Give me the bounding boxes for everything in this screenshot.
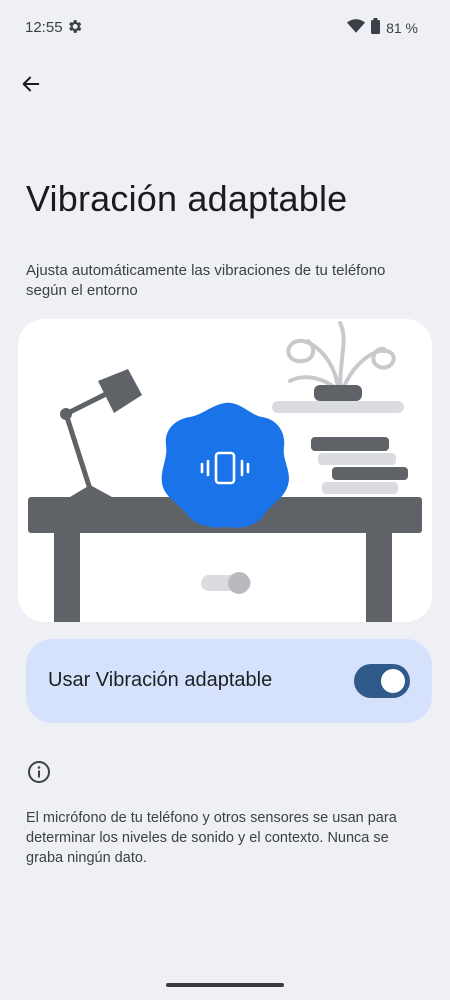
- toggle-label: Usar Vibración adaptable: [48, 669, 273, 691]
- desk-leg-left: [54, 533, 80, 622]
- page-title: Vibración adaptable: [26, 178, 348, 219]
- book: [318, 453, 396, 465]
- status-time: 12:55: [25, 19, 63, 36]
- adaptive-vibration-switch[interactable]: [354, 664, 410, 698]
- plant: [286, 321, 396, 391]
- gear-icon: [66, 18, 83, 40]
- plant-pot: [314, 385, 362, 401]
- adaptive-vibration-toggle-row[interactable]: Usar Vibración adaptable: [26, 639, 432, 723]
- wifi-icon: [347, 19, 366, 36]
- back-button[interactable]: [14, 69, 48, 103]
- battery-icon: [371, 18, 381, 37]
- info-text: El micrófono de tu teléfono y otros sens…: [26, 810, 397, 866]
- book: [322, 482, 398, 494]
- shelf: [272, 401, 404, 413]
- arrow-left-icon: [20, 73, 42, 100]
- lamp: [60, 369, 142, 497]
- battery-percent: 81 %: [386, 19, 418, 36]
- status-bar: 12:55 81 %: [0, 0, 450, 56]
- desk-leg-right: [366, 533, 392, 622]
- info-icon: [27, 760, 51, 789]
- page-description: Ajusta automáticamente las vibraciones d…: [26, 262, 386, 299]
- gesture-nav-handle[interactable]: [166, 983, 284, 987]
- book: [311, 437, 389, 451]
- book: [332, 467, 408, 480]
- switch-knob: [381, 669, 405, 693]
- illustration: [18, 319, 432, 622]
